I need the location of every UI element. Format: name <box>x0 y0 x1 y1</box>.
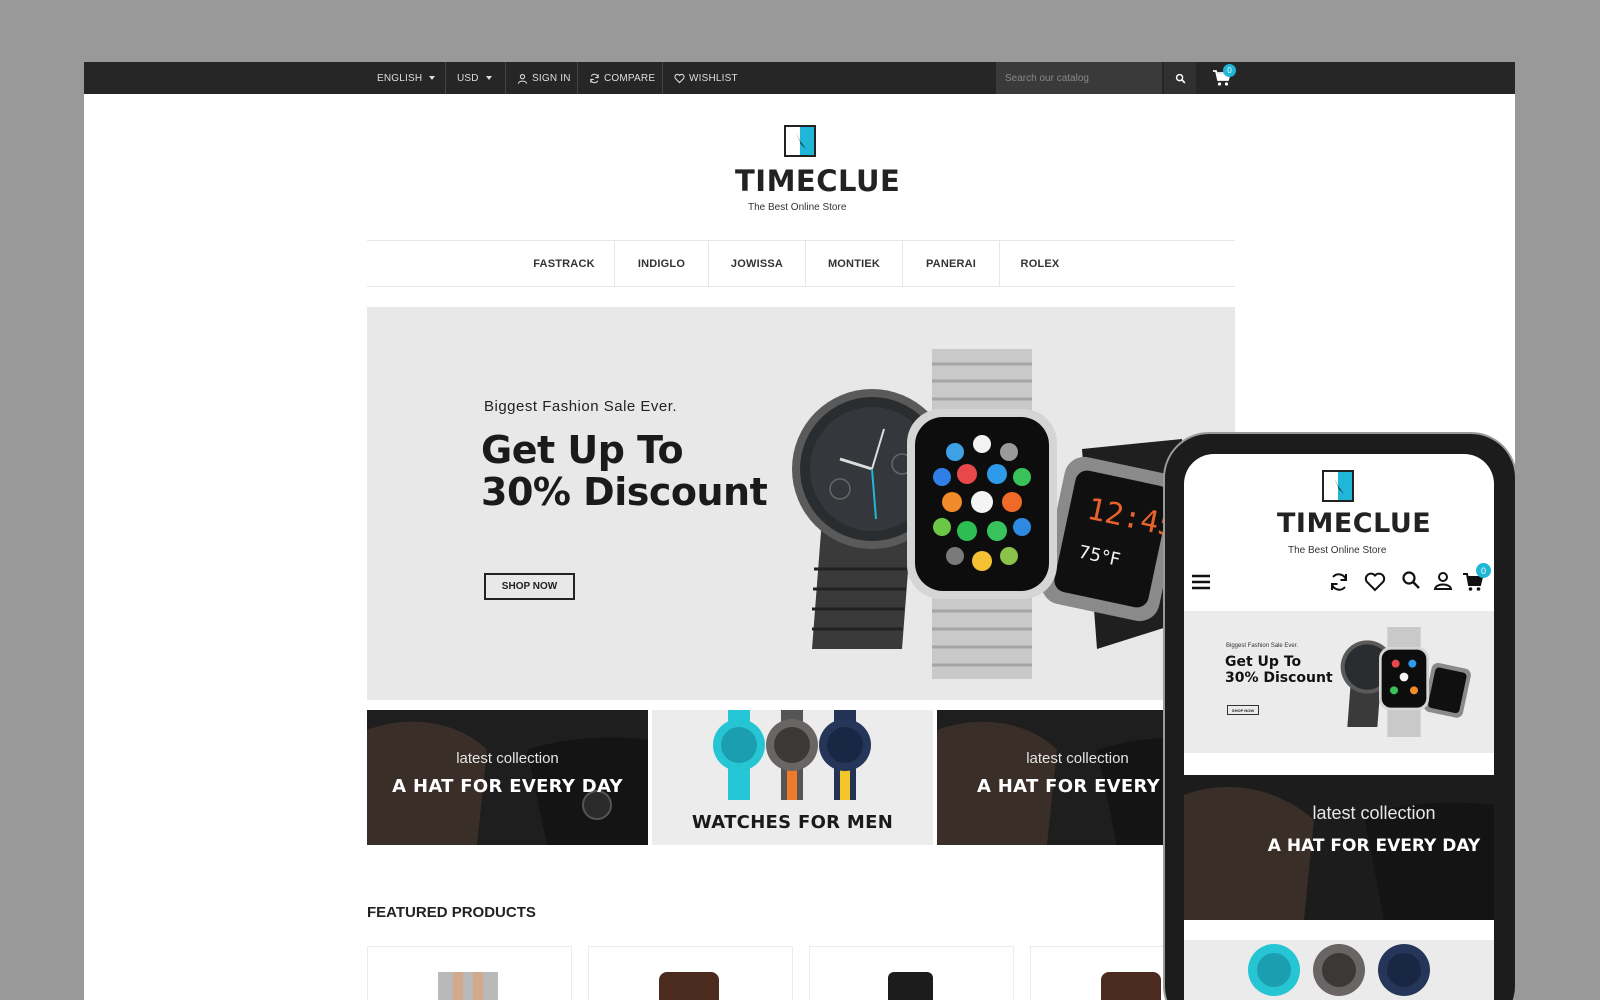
mobile-brand-name: TIMECLUE <box>1277 508 1432 539</box>
featured-products-title: FEATURED PRODUCTS <box>367 904 536 921</box>
mobile-brand-tagline: The Best Online Store <box>1288 545 1387 556</box>
mobile-screen: TIMECLUE The Best Online Store 0 Biggest… <box>1184 454 1494 1000</box>
product-image <box>438 972 498 1000</box>
mobile-banner-small-text: latest collection <box>1312 803 1436 823</box>
brand-tagline: The Best Online Store <box>748 202 847 213</box>
banner-1-title: A HAT FOR EVERY DAY <box>392 776 623 797</box>
mobile-hero-line-1: Get Up To <box>1225 654 1302 670</box>
refresh-icon <box>590 73 599 83</box>
nav-item-rolex[interactable]: ROLEX <box>1000 241 1080 286</box>
currency-selector[interactable]: USD <box>457 62 492 94</box>
brand-name: TIMECLUE <box>735 164 901 198</box>
mobile-banner-watches-image <box>1248 944 1430 996</box>
nav-item-indiglo[interactable]: INDIGLO <box>615 241 708 286</box>
product-card[interactable] <box>367 946 572 1000</box>
wishlist-link[interactable]: WISHLIST <box>674 62 738 94</box>
mobile-hero-heading: Get Up To 30% Discount <box>1225 654 1333 686</box>
heart-icon[interactable] <box>1364 571 1386 593</box>
user-icon[interactable] <box>1432 570 1454 592</box>
nav-item-fastrack[interactable]: FASTRACK <box>517 241 611 286</box>
wishlist-label: WISHLIST <box>689 72 738 84</box>
mobile-banner-title: A HAT FOR EVERY DAY <box>1267 836 1481 856</box>
search-placeholder: Search our catalog <box>1005 72 1089 84</box>
product-card[interactable] <box>588 946 793 1000</box>
mobile-hero-subtitle: Biggest Fashion Sale Ever. <box>1226 643 1299 649</box>
mobile-hero-line-2: 30% Discount <box>1225 670 1333 686</box>
nav-item-panerai[interactable]: PANERAI <box>903 241 999 286</box>
mobile-cart-count-badge: 0 <box>1476 563 1491 578</box>
banner-2-title: WATCHES FOR MEN <box>691 812 894 833</box>
hero-watches-image: 12:45 75°F <box>792 349 1192 679</box>
hero-line-1: Get Up To <box>481 428 684 472</box>
cart-count-badge: 0 <box>1223 64 1236 77</box>
mobile-hero-watches-image <box>1340 627 1471 737</box>
mobile-shop-now-button[interactable]: SHOP NOW <box>1227 705 1259 715</box>
currency-label: USD <box>457 72 479 84</box>
product-image <box>888 972 933 1000</box>
chevron-down-icon <box>429 76 436 80</box>
product-card[interactable] <box>809 946 1014 1000</box>
mobile-hero-slider[interactable]: Biggest Fashion Sale Ever. Get Up To 30%… <box>1184 611 1494 753</box>
refresh-icon[interactable] <box>1328 571 1350 593</box>
language-selector[interactable]: ENGLISH <box>377 62 436 94</box>
mobile-banner-watches[interactable] <box>1184 940 1494 1000</box>
hero-subtitle: Biggest Fashion Sale Ever. <box>484 398 678 415</box>
chevron-down-icon <box>485 76 492 80</box>
search-button[interactable] <box>1164 62 1196 94</box>
logo-icon[interactable] <box>784 125 816 157</box>
search-input[interactable]: Search our catalog <box>996 62 1162 94</box>
banner-1-small-text: latest collection <box>456 750 559 767</box>
sign-in-label: SIGN IN <box>532 72 571 84</box>
main-nav: FASTRACK INDIGLO JOWISSA MONTIEK PANERAI… <box>367 240 1235 287</box>
nav-item-montiek[interactable]: MONTIEK <box>806 241 902 286</box>
nav-item-jowissa[interactable]: JOWISSA <box>709 241 805 286</box>
search-icon[interactable] <box>1400 569 1422 591</box>
language-label: ENGLISH <box>377 72 423 84</box>
mobile-logo-icon[interactable] <box>1322 470 1354 502</box>
hero-heading: Get Up To 30% Discount <box>481 428 768 514</box>
menu-icon[interactable] <box>1190 571 1212 593</box>
hero-line-2: 30% Discount <box>481 470 768 514</box>
banner-watches-for-men[interactable]: WATCHES FOR MEN <box>652 710 933 845</box>
phone-mockup: TIMECLUE The Best Online Store 0 Biggest… <box>1163 432 1517 1000</box>
heart-icon <box>674 73 685 83</box>
top-bar: ENGLISH USD SIGN IN COMPARE WISHLIST Sea… <box>84 62 1515 94</box>
product-image <box>659 972 719 1000</box>
hero-slider[interactable]: Biggest Fashion Sale Ever. Get Up To 30%… <box>367 307 1235 700</box>
user-icon <box>517 73 528 84</box>
banner-hat-collection[interactable]: latest collection A HAT FOR EVERY DAY <box>367 710 648 845</box>
shop-now-button[interactable]: SHOP NOW <box>484 573 575 600</box>
sign-in-link[interactable]: SIGN IN <box>517 62 571 94</box>
mobile-banner-hat-collection[interactable]: latest collection A HAT FOR EVERY DAY <box>1184 775 1494 920</box>
search-icon <box>1175 73 1185 83</box>
compare-label: COMPARE <box>604 72 656 84</box>
compare-link[interactable]: COMPARE <box>589 62 655 94</box>
